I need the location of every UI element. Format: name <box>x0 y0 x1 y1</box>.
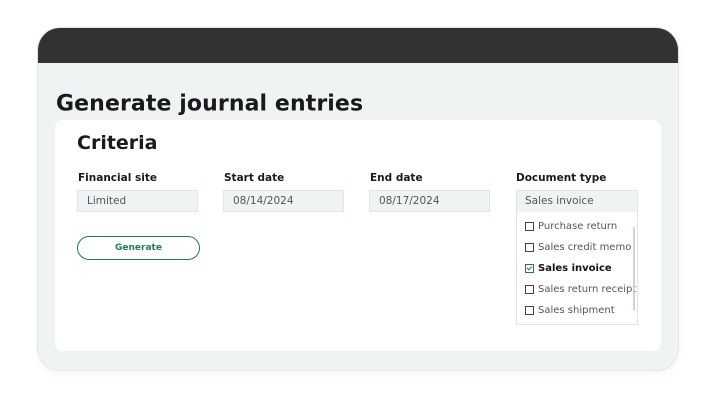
financial-site-input[interactable]: Limited <box>77 190 198 212</box>
document-type-input[interactable]: Sales invoice <box>517 191 637 212</box>
financial-site-label: Financial site <box>78 172 157 184</box>
end-date-input[interactable]: 08/17/2024 <box>369 190 490 212</box>
generate-button[interactable]: Generate <box>77 236 200 260</box>
option-label: Sales invoice <box>538 262 612 274</box>
option-sales-shipment[interactable]: Sales shipment <box>525 303 615 317</box>
criteria-heading: Criteria <box>77 132 158 154</box>
title-bar <box>38 28 678 63</box>
checkbox-icon[interactable] <box>525 221 534 231</box>
option-sales-credit-memo[interactable]: Sales credit memo <box>525 240 631 254</box>
option-sales-invoice[interactable]: Sales invoice <box>525 261 612 275</box>
checkbox-checked-icon[interactable] <box>525 263 534 273</box>
option-purchase-return[interactable]: Purchase return <box>525 219 617 233</box>
option-label: Sales credit memo <box>538 241 632 253</box>
option-sales-return-receipt[interactable]: Sales return receipt <box>525 282 636 296</box>
checkbox-icon[interactable] <box>525 242 534 252</box>
end-date-label: End date <box>370 172 423 184</box>
criteria-card: Criteria Financial site Limited Start da… <box>55 120 661 351</box>
dropdown-scrollbar[interactable] <box>633 227 635 311</box>
option-label: Purchase return <box>538 220 618 232</box>
document-type-label: Document type <box>516 172 607 184</box>
option-label: Sales shipment <box>538 304 615 316</box>
document-type-dropdown[interactable]: Sales invoice Purchase return Sales cred… <box>516 190 638 325</box>
start-date-input[interactable]: 08/14/2024 <box>223 190 344 212</box>
option-label: Sales return receipt <box>538 283 637 295</box>
checkbox-icon[interactable] <box>525 284 534 294</box>
checkbox-icon[interactable] <box>525 305 534 315</box>
start-date-label: Start date <box>224 172 285 184</box>
page-title: Generate journal entries <box>56 91 364 117</box>
app-window: Generate journal entries Criteria Financ… <box>38 28 678 370</box>
